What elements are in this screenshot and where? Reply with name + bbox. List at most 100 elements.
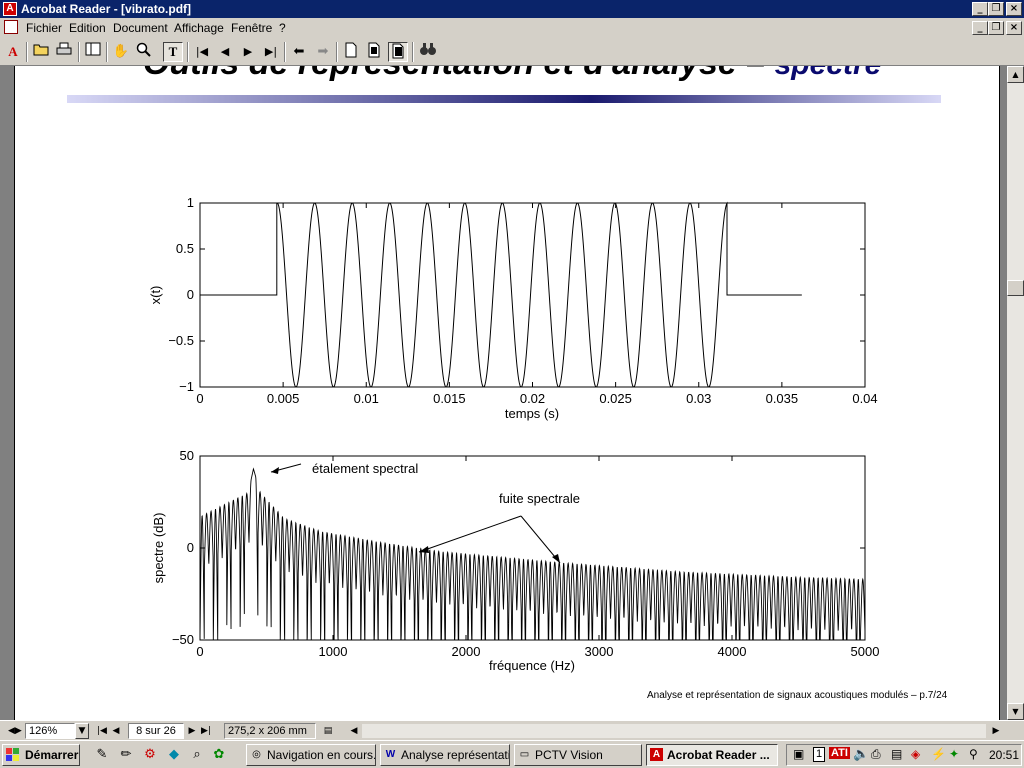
document-icon[interactable] [4, 20, 18, 34]
go-forward-icon[interactable]: ➡ [313, 42, 333, 62]
status-last-page-icon[interactable]: ▶| [200, 723, 212, 739]
menu-fichier[interactable]: Fichier [26, 21, 62, 35]
scroll-thumb[interactable] [1007, 280, 1024, 296]
y-tick-label: 1 [187, 195, 194, 210]
task-label: Navigation en cours... [267, 748, 376, 762]
tray-plug-icon[interactable]: ⚲ [969, 747, 978, 761]
toolbar: A ✋ T |◀ ◀ ▶ ▶| ⬅ ➡ [0, 38, 1024, 66]
page-layout-icon[interactable]: ▤ [322, 723, 334, 739]
thumbnails-icon[interactable] [83, 42, 103, 62]
menu-help[interactable]: ? [279, 21, 286, 35]
previous-page-icon[interactable]: ◀ [215, 42, 235, 62]
acrobat-app-icon[interactable]: A [3, 2, 17, 16]
restore-button[interactable]: ❐ [988, 2, 1004, 16]
y-axis-label: spectre (dB) [151, 513, 166, 584]
find-icon[interactable] [418, 42, 438, 62]
status-next-page-icon[interactable]: ▶ [186, 723, 198, 739]
document-area[interactable]: Outils de représentation et d'analyse – … [0, 66, 1007, 720]
clock[interactable]: 20:51 [989, 748, 1019, 762]
scroll-up-icon[interactable]: ▲ [1007, 66, 1024, 83]
quicklaunch-clover-icon[interactable]: ✿ [211, 747, 227, 763]
annotation-peak: étalement spectral [312, 461, 418, 476]
close-button[interactable]: × [1006, 2, 1022, 16]
y-tick-label: 50 [180, 448, 194, 463]
annotation-peak-arrowhead [271, 467, 279, 474]
waveform-plot: 0 0.005 0.01 0.015 0.02 0.025 0.03 0.035 0.04 −1… [148, 195, 878, 421]
doc-minimize-button[interactable]: _ [972, 21, 988, 35]
tray-ati-icon[interactable]: ATI [829, 747, 850, 759]
tray-shield-icon[interactable]: ◈ [911, 747, 920, 761]
menu-fenetre[interactable]: Fenêtre [231, 21, 272, 35]
task-acrobat[interactable]: A Acrobat Reader ... [646, 744, 778, 766]
x-tick-label: 0.035 [766, 391, 799, 406]
x-axis-label: fréquence (Hz) [489, 658, 575, 673]
task-navigation[interactable]: ◎ Navigation en cours... [246, 744, 376, 766]
horizontal-scrollbar[interactable] [362, 724, 986, 738]
toolbar-separator [284, 42, 286, 62]
zoom-dropdown-icon[interactable]: ▼ [75, 723, 89, 739]
task-label: PCTV Vision [535, 748, 603, 762]
page-size-field: 275,2 x 206 mm [224, 723, 316, 739]
zoom-tool-icon[interactable] [134, 42, 154, 62]
vertical-scrollbar[interactable]: ▲ ▼ [1007, 66, 1024, 720]
tray-gear-icon[interactable]: ✦ [949, 747, 959, 761]
start-button[interactable]: Démarrer [2, 744, 80, 766]
tray-volume-icon[interactable]: 🔈 [853, 746, 869, 762]
x-tick-label: 0 [196, 644, 203, 659]
split-handle-icon[interactable]: ◀▶ [8, 723, 22, 739]
quicklaunch-cube-icon[interactable]: ◆ [166, 747, 182, 763]
task-pctv[interactable]: ▭ PCTV Vision [514, 744, 642, 766]
tray-network-icon[interactable]: ▣ [793, 747, 804, 761]
x-axis-label: temps (s) [505, 406, 559, 421]
quicklaunch-notepad-icon[interactable]: ✎ [94, 747, 110, 763]
word-icon: W [385, 749, 396, 760]
text-select-icon[interactable]: T [163, 42, 183, 62]
next-page-icon[interactable]: ▶ [238, 42, 258, 62]
system-tray: ▣ 1 ATI 🔈 ⎙ ▤ ◈ ⚡ ✦ ⚲ 20:51 [786, 744, 1022, 766]
menu-affichage[interactable]: Affichage [174, 21, 224, 35]
first-page-icon[interactable]: |◀ [192, 42, 212, 62]
scroll-down-icon[interactable]: ▼ [1007, 703, 1024, 720]
x-tick-label: 3000 [585, 644, 614, 659]
x-tick-label: 1000 [319, 644, 348, 659]
tray-bolt-icon[interactable]: ⚡ [931, 747, 946, 761]
series-line-x-t [200, 201, 802, 388]
hscroll-right-icon[interactable]: ▶ [990, 723, 1002, 739]
acrobat-logo-icon[interactable]: A [3, 42, 23, 62]
hand-tool-icon[interactable]: ✋ [111, 42, 131, 62]
last-page-icon[interactable]: ▶| [261, 42, 281, 62]
quicklaunch-pencil-icon[interactable]: ✏ [118, 747, 134, 763]
y-tick-label: 0 [187, 287, 194, 302]
x-tick-label: 0.03 [686, 391, 711, 406]
minimize-button[interactable]: _ [972, 2, 988, 16]
y-tick-label: −1 [179, 379, 194, 394]
toolbar-separator [336, 42, 338, 62]
single-page-icon[interactable] [341, 42, 361, 62]
continuous-icon[interactable] [364, 42, 384, 62]
menu-document[interactable]: Document [113, 21, 168, 35]
x-tick-label: 0.01 [354, 391, 379, 406]
doc-restore-button[interactable]: ❐ [988, 21, 1004, 35]
tray-printer-icon[interactable]: ⎙ [871, 747, 881, 762]
page-field[interactable]: 8 sur 26 [128, 723, 184, 739]
status-first-page-icon[interactable]: |◀ [96, 723, 108, 739]
open-folder-icon[interactable] [31, 42, 51, 62]
annotation-leakage-arrow-1 [418, 515, 522, 553]
zoom-field[interactable]: 126% [25, 723, 75, 739]
start-label: Démarrer [25, 748, 79, 762]
task-analyse[interactable]: W Analyse représentati... [380, 744, 510, 766]
doc-close-button[interactable]: × [1006, 21, 1022, 35]
status-previous-page-icon[interactable]: ◀ [110, 723, 122, 739]
x-tick-label: 0.04 [852, 391, 877, 406]
go-back-icon[interactable]: ⬅ [289, 42, 309, 62]
tray-monitor-icon[interactable]: ▤ [891, 747, 902, 761]
title-bar: A Acrobat Reader - [vibrato.pdf] _ ❐ × [0, 0, 1024, 18]
quicklaunch-search-icon[interactable]: ⌕ [189, 747, 205, 763]
hscroll-left-icon[interactable]: ◀ [348, 723, 360, 739]
tray-one-icon[interactable]: 1 [813, 747, 825, 762]
facing-pages-icon[interactable] [388, 42, 408, 62]
acrobat-icon: A [650, 748, 663, 761]
menu-edition[interactable]: Edition [69, 21, 106, 35]
print-icon[interactable] [54, 42, 74, 62]
quicklaunch-acrobat-icon[interactable]: ⚙ [142, 747, 158, 763]
